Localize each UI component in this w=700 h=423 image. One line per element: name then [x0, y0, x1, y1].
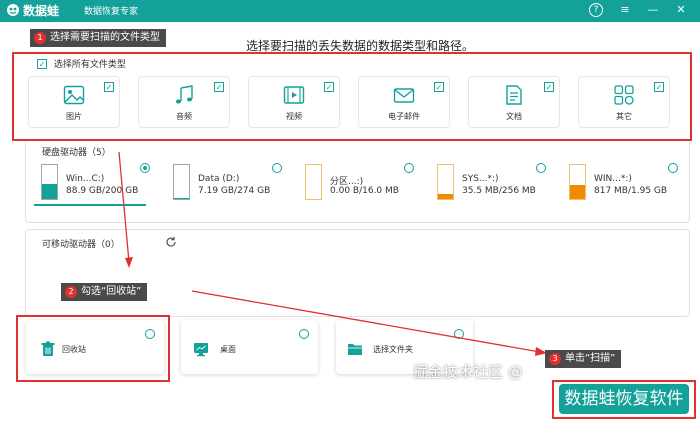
other-checkbox[interactable]: ✓ [654, 82, 664, 92]
app-name: 数据蛙 [23, 4, 60, 18]
document-icon [506, 85, 522, 105]
title-bar: 数据蛙 数据恢复专家 ? ≡ — ✕ [0, 0, 700, 22]
drive-item[interactable]: WIN...*:) 817 MB/1.95 GB [554, 162, 682, 204]
drive-radio[interactable] [668, 163, 678, 173]
scan-button[interactable]: 数据蛙恢复软件 [559, 384, 689, 414]
file-type-image[interactable]: ✓ 图片 [28, 76, 120, 128]
location-desktop[interactable]: 桌面 [181, 320, 318, 374]
recycle-bin-icon [41, 341, 55, 356]
location-radio[interactable] [454, 329, 464, 339]
email-checkbox[interactable]: ✓ [434, 82, 444, 92]
audio-checkbox[interactable]: ✓ [214, 82, 224, 92]
email-icon [393, 88, 415, 103]
hard-drive-title: 硬盘驱动器（5） [42, 148, 111, 158]
drive-item[interactable]: Win...C:) 88.9 GB/200 GB [26, 162, 154, 204]
annotation-step-1: 1 选择需要扫描的文件类型 [30, 29, 166, 47]
app-logo: 数据蛙 [6, 2, 59, 19]
drive-radio[interactable] [140, 163, 150, 173]
frog-logo-icon [7, 4, 19, 16]
refresh-icon[interactable] [165, 236, 177, 248]
file-type-document[interactable]: ✓ 文档 [468, 76, 560, 128]
drive-radio[interactable] [404, 163, 414, 173]
selected-drive-underline [34, 204, 146, 206]
close-button[interactable]: ✕ [674, 3, 688, 17]
drive-item[interactable]: SYS...*:) 35.5 MB/256 MB [422, 162, 550, 204]
help-icon[interactable]: ? [589, 3, 603, 17]
watermark-text: 掘金技术社区 @ [413, 363, 523, 381]
document-label: 文档 [506, 112, 522, 121]
video-checkbox[interactable]: ✓ [324, 82, 334, 92]
drive-size: 35.5 MB/256 MB [462, 186, 536, 196]
drive-size: 817 MB/1.95 GB [594, 186, 668, 196]
drive-name: Data (D:) [198, 174, 240, 184]
image-label: 图片 [66, 112, 82, 121]
desktop-icon [194, 343, 208, 357]
drive-name: SYS...*:) [462, 174, 499, 184]
drive-radio[interactable] [536, 163, 546, 173]
menu-icon[interactable]: ≡ [618, 3, 632, 17]
file-type-video[interactable]: ✓ 视频 [248, 76, 340, 128]
file-type-email[interactable]: ✓ 电子邮件 [358, 76, 450, 128]
drive-icon [305, 164, 322, 200]
removable-drive-panel [25, 229, 690, 317]
video-label: 视频 [286, 112, 302, 121]
file-type-audio[interactable]: ✓ 音频 [138, 76, 230, 128]
drive-radio[interactable] [272, 163, 282, 173]
drive-icon [41, 164, 58, 200]
select-all-checkbox[interactable]: ✓ [37, 59, 47, 69]
drive-size: 88.9 GB/200 GB [66, 186, 139, 196]
location-recycle-bin[interactable]: 回收站 [26, 320, 164, 374]
annotation-step-2: 2 勾选“回收站” [61, 283, 148, 301]
drive-item[interactable]: Data (D:) 7.19 GB/274 GB [158, 162, 286, 204]
drive-icon [173, 164, 190, 200]
drive-name: WIN...*:) [594, 174, 632, 184]
location-radio[interactable] [299, 329, 309, 339]
image-icon [63, 85, 85, 105]
image-checkbox[interactable]: ✓ [104, 82, 114, 92]
email-label: 电子邮件 [388, 112, 420, 121]
drive-size: 7.19 GB/274 GB [198, 186, 271, 196]
drive-size: 0.00 B/16.0 MB [330, 186, 399, 196]
audio-label: 音频 [176, 112, 192, 121]
document-checkbox[interactable]: ✓ [544, 82, 554, 92]
select-all-label: 选择所有文件类型 [53, 60, 126, 70]
folder-icon [348, 344, 362, 355]
drive-name: Win...C:) [66, 174, 105, 184]
location-label: 桌面 [220, 345, 236, 354]
file-type-other[interactable]: ✓ 其它 [578, 76, 670, 128]
removable-drive-title: 可移动驱动器（0） [42, 240, 120, 250]
app-subtitle: 数据恢复专家 [84, 7, 139, 17]
music-icon [175, 85, 193, 104]
other-icon [614, 85, 634, 105]
other-label: 其它 [616, 112, 632, 121]
location-radio[interactable] [145, 329, 155, 339]
drive-icon [437, 164, 454, 200]
video-icon [283, 86, 305, 104]
drive-item[interactable]: 分区...:) 0.00 B/16.0 MB [290, 162, 418, 204]
drive-icon [569, 164, 586, 200]
select-all-row[interactable]: ✓ 选择所有文件类型 [37, 57, 126, 70]
location-label: 选择文件夹 [373, 345, 413, 354]
annotation-step-3: 3 单击“扫描” [545, 350, 622, 368]
location-label: 回收站 [62, 345, 86, 354]
minimize-button[interactable]: — [646, 3, 660, 17]
